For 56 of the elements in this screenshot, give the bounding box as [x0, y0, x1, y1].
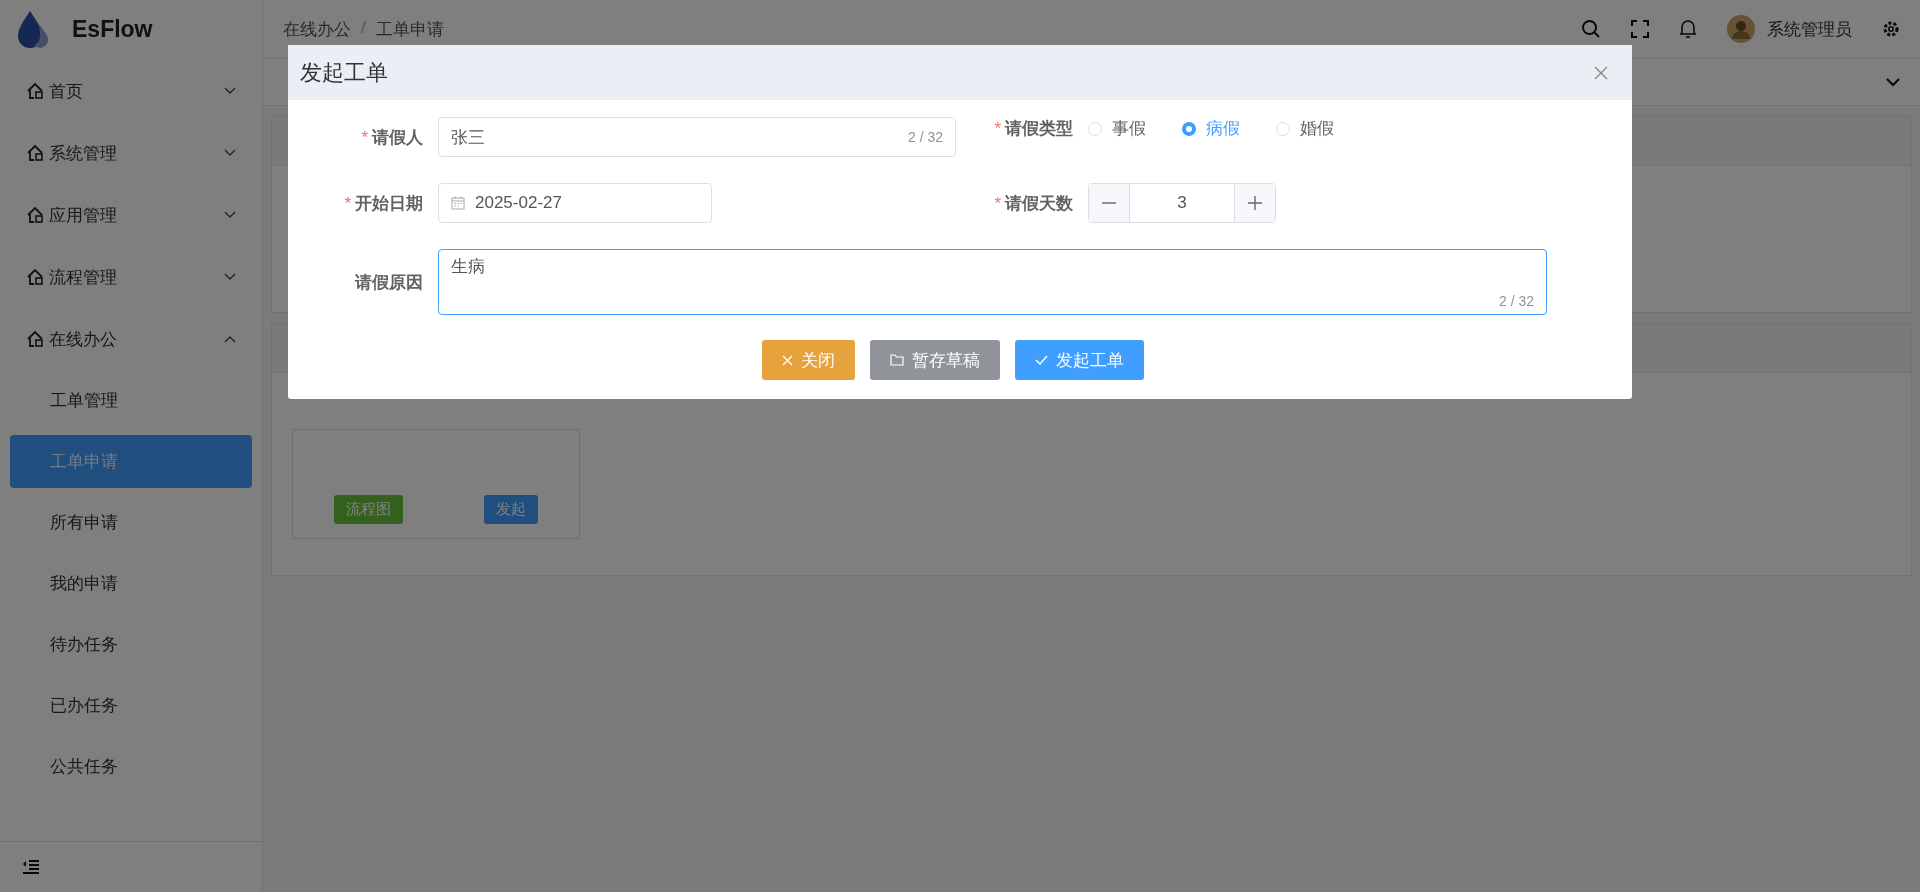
required-mark: * [994, 193, 1001, 213]
close-icon [782, 354, 793, 366]
menu-item[interactable]: 应用管理 [0, 184, 262, 246]
radio-option[interactable]: 病假 [1182, 117, 1240, 140]
field-label: 请假类型 [1005, 119, 1073, 138]
plus-icon [1248, 196, 1262, 210]
user-name[interactable]: 系统管理员 [1767, 17, 1852, 41]
submenu-item[interactable]: 公共任务 [10, 740, 252, 793]
radio-option[interactable]: 婚假 [1276, 117, 1334, 140]
menu-item[interactable]: 流程管理 [0, 246, 262, 308]
droplet-logo-icon [16, 9, 50, 49]
dialog-title: 发起工单 [300, 58, 388, 87]
submenu-item[interactable]: 已办任务 [10, 679, 252, 732]
breadcrumb-item[interactable]: 在线办公 [283, 17, 351, 41]
avatar[interactable] [1727, 15, 1755, 43]
action-button[interactable]: 发起工单 [1015, 340, 1144, 380]
required-mark: * [994, 119, 1001, 138]
action-button[interactable]: 暂存草稿 [870, 340, 1000, 380]
submenu-item[interactable]: 我的申请 [10, 557, 252, 610]
date-input[interactable]: 2025-02-27 [438, 183, 712, 223]
menu-item[interactable]: 在线办公 [0, 308, 262, 370]
chevron-down-icon[interactable] [1886, 77, 1900, 87]
submenu-item[interactable]: 工单管理 [10, 374, 252, 427]
breadcrumb-item: 工单申请 [375, 18, 444, 41]
menu-item[interactable]: 首页 [0, 60, 262, 122]
increment-button[interactable] [1234, 184, 1275, 222]
text-input[interactable]: 张三 2 / 32 [438, 117, 956, 157]
field-label: 开始日期 [355, 193, 423, 213]
house-icon [26, 206, 44, 224]
required-mark: * [344, 193, 351, 213]
settings-icon[interactable] [1882, 20, 1900, 38]
submenu-item[interactable]: 待办任务 [10, 618, 252, 671]
search-icon[interactable] [1581, 19, 1601, 39]
textarea-field[interactable]: 生病 2 / 32 [438, 249, 1547, 315]
minus-icon [1102, 202, 1116, 204]
field-label: 请假人 [372, 127, 423, 147]
collapse-menu-icon[interactable] [22, 859, 40, 875]
folder-icon [890, 354, 904, 366]
field-label: 请假天数 [1005, 193, 1073, 213]
bell-icon[interactable] [1679, 19, 1697, 39]
app-name: EsFlow [72, 15, 153, 43]
close-icon[interactable] [1594, 65, 1608, 80]
required-mark: * [361, 127, 368, 147]
check-icon [1035, 355, 1048, 365]
calendar-icon [451, 196, 465, 210]
house-icon [26, 330, 44, 348]
house-icon [26, 268, 44, 286]
breadcrumb-separator: / [361, 17, 366, 39]
house-icon [26, 144, 44, 162]
house-icon [26, 82, 44, 100]
menu-item[interactable]: 系统管理 [0, 122, 262, 184]
radio-option[interactable]: 事假 [1088, 117, 1146, 140]
number-stepper[interactable]: 3 [1088, 183, 1276, 223]
submenu-item[interactable]: 所有申请 [10, 496, 252, 549]
field-label: 请假原因 [355, 272, 423, 292]
fullscreen-icon[interactable] [1631, 20, 1649, 38]
